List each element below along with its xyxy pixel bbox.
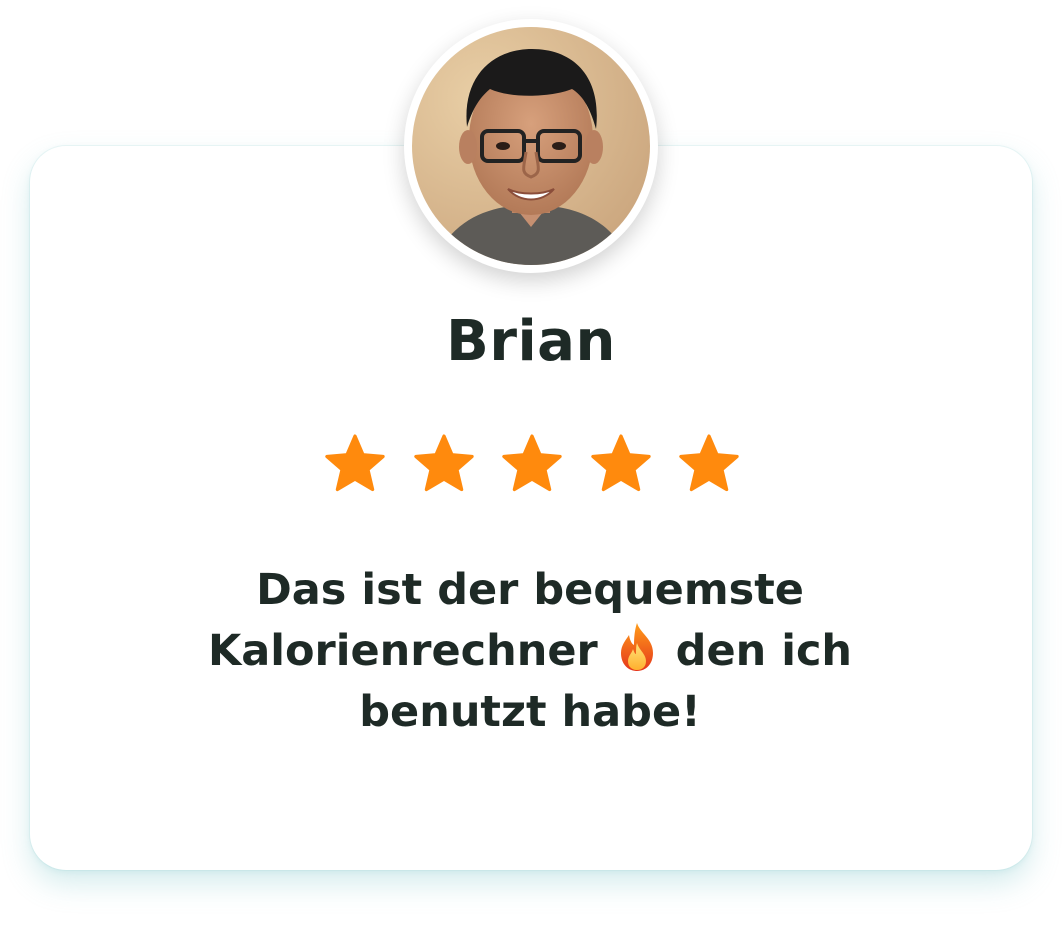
star-icon: [413, 434, 474, 492]
rating-stars: [322, 432, 742, 498]
fire-emoji-icon: [620, 623, 653, 671]
star-icon: [590, 434, 651, 492]
star-icon: [679, 434, 739, 492]
star-icon: [325, 434, 385, 492]
reviewer-name: Brian: [446, 309, 616, 374]
avatar: [404, 19, 658, 273]
review-text: Das ist der bequemste Kalorienrechner de…: [130, 560, 930, 743]
star-icon: [502, 434, 562, 492]
review-stage: Brian Das ist der bequemste Kalorienrech…: [0, 0, 1062, 943]
avatar-photo: [412, 27, 650, 265]
